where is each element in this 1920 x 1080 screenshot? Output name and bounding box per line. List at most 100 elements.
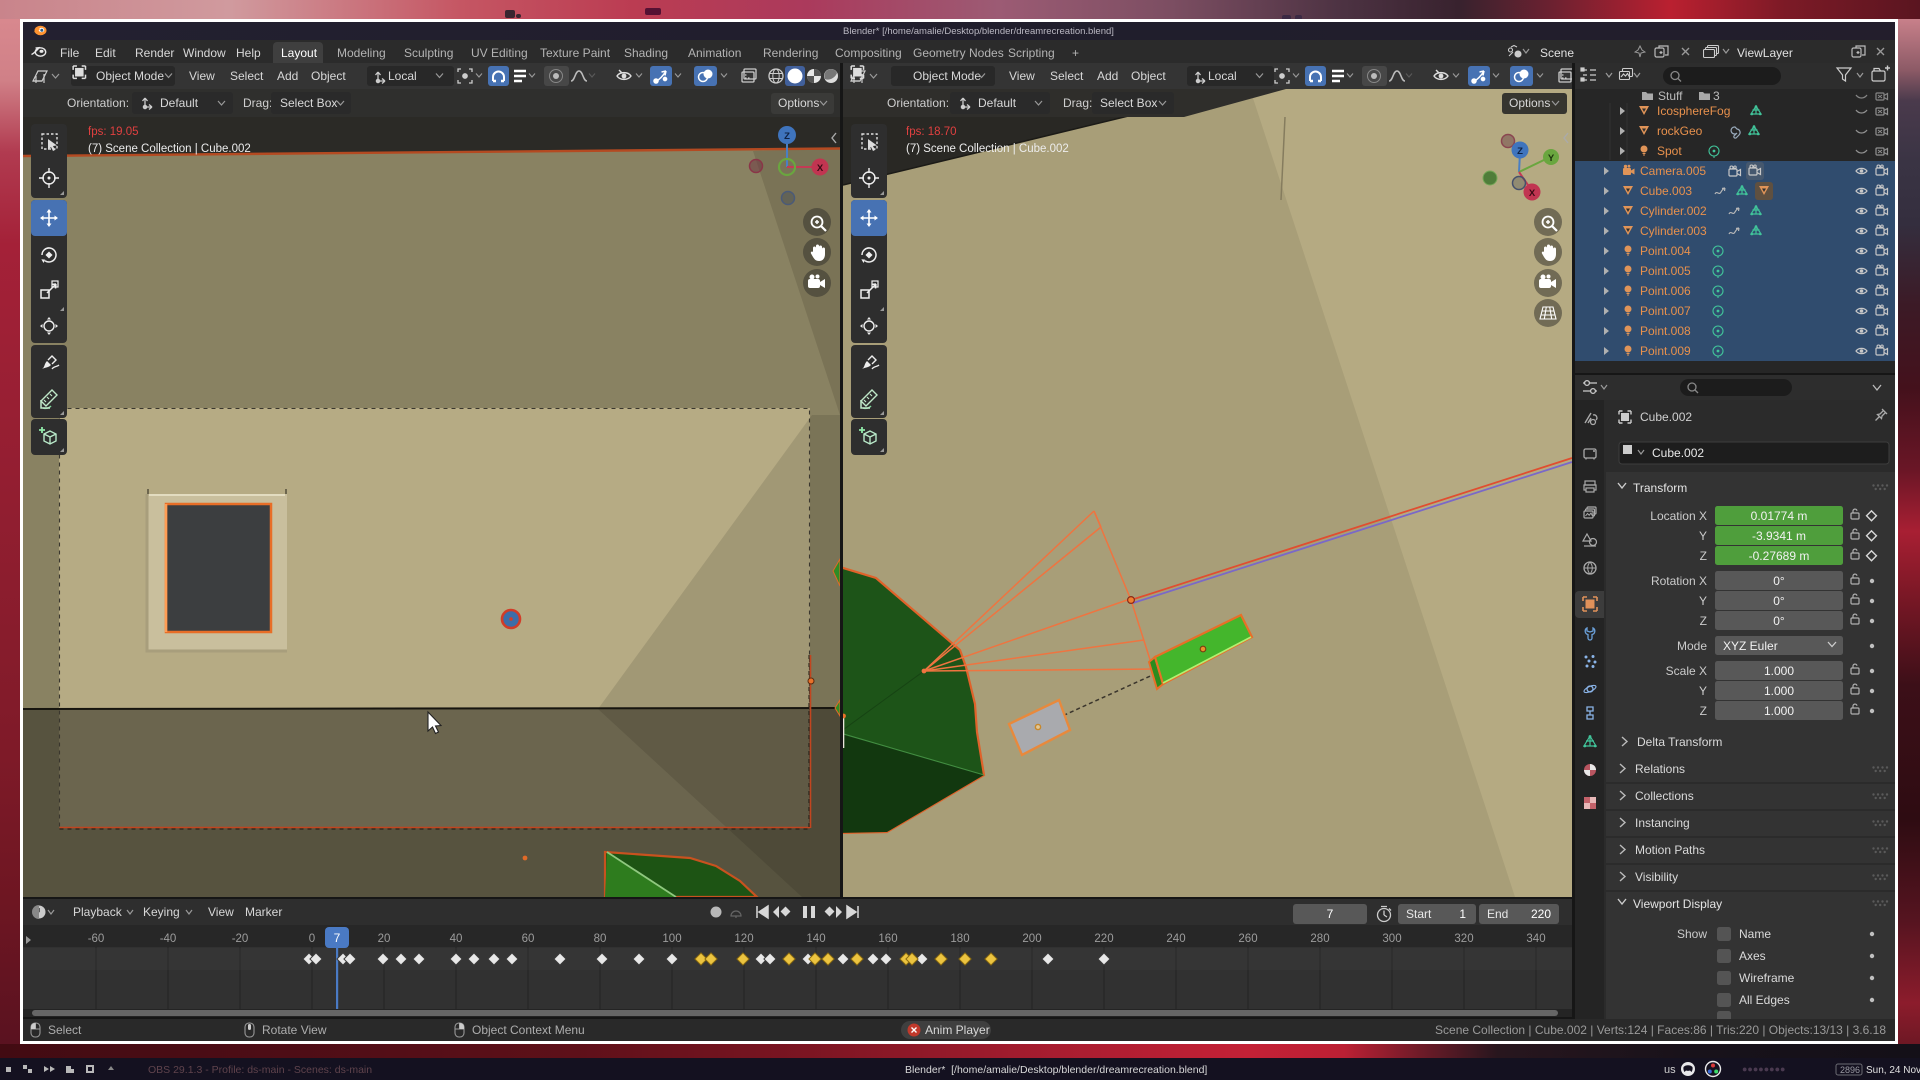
- svg-text:End: End: [1487, 907, 1508, 921]
- svg-text:Name: Name: [1739, 927, 1771, 941]
- svg-text:Y: Y: [1699, 684, 1707, 698]
- svg-text:Add: Add: [277, 69, 298, 83]
- svg-text:200: 200: [1022, 933, 1041, 945]
- svg-text:260: 260: [1238, 933, 1257, 945]
- svg-text:300: 300: [1382, 933, 1401, 945]
- svg-text:Z: Z: [1700, 614, 1707, 628]
- svg-text:Collections: Collections: [1635, 789, 1694, 803]
- svg-text:Rotation X: Rotation X: [1651, 574, 1707, 588]
- svg-text:-20: -20: [232, 933, 249, 945]
- svg-text:0°: 0°: [1773, 574, 1785, 588]
- svg-text:●●●●●●●●: ●●●●●●●●: [1742, 1064, 1786, 1074]
- svg-text:160: 160: [878, 933, 897, 945]
- svg-text:220: 220: [1094, 933, 1113, 945]
- svg-text:100: 100: [662, 933, 681, 945]
- svg-text:Show: Show: [1677, 927, 1707, 941]
- svg-text:Point.009: Point.009: [1640, 344, 1691, 358]
- svg-text:Object: Object: [311, 69, 346, 83]
- svg-text:Default: Default: [160, 96, 199, 110]
- svg-text:Stuff: Stuff: [1658, 89, 1683, 103]
- svg-text:Relations: Relations: [1635, 762, 1685, 776]
- svg-text:Local: Local: [388, 69, 417, 83]
- svg-text:rockGeo: rockGeo: [1657, 124, 1703, 138]
- svg-text:Cube.003: Cube.003: [1640, 184, 1692, 198]
- svg-text:0°: 0°: [1773, 594, 1785, 608]
- svg-text:120: 120: [734, 933, 753, 945]
- svg-text:Drag:: Drag:: [243, 96, 272, 110]
- svg-text:Location X: Location X: [1650, 509, 1707, 523]
- svg-text:Select: Select: [48, 1023, 82, 1037]
- svg-text:Z: Z: [1517, 146, 1523, 157]
- svg-text:Y: Y: [1699, 594, 1707, 608]
- svg-text:Scene Collection | Cube.002 |: Scene Collection | Cube.002 | Verts:124 …: [1435, 1023, 1886, 1037]
- svg-text:View: View: [208, 905, 234, 919]
- svg-text:Point.005: Point.005: [1640, 264, 1691, 278]
- svg-text:Y: Y: [1548, 153, 1555, 164]
- svg-text:40: 40: [450, 933, 463, 945]
- svg-text:Cylinder.002: Cylinder.002: [1640, 204, 1707, 218]
- svg-text:Keying: Keying: [143, 905, 180, 919]
- svg-text:Add: Add: [1097, 69, 1118, 83]
- svg-text:View: View: [189, 69, 215, 83]
- svg-text:220: 220: [1531, 907, 1551, 921]
- svg-text:60: 60: [522, 933, 535, 945]
- svg-text:Sun, 24 Nov 04:12 til: Sun, 24 Nov 04:12 til: [1866, 1065, 1920, 1076]
- svg-text:Camera.005: Camera.005: [1640, 164, 1706, 178]
- svg-text:Point.008: Point.008: [1640, 324, 1691, 338]
- svg-text:IcosphereFog: IcosphereFog: [1657, 104, 1730, 118]
- svg-text:240: 240: [1166, 933, 1185, 945]
- svg-text:Z: Z: [784, 131, 790, 142]
- svg-text:Object Mode: Object Mode: [913, 69, 981, 83]
- svg-text:Scale X: Scale X: [1666, 664, 1707, 678]
- svg-text:7: 7: [334, 931, 341, 945]
- svg-text:Select: Select: [1050, 69, 1084, 83]
- svg-text:Spot: Spot: [1657, 144, 1682, 158]
- svg-text:OBS 29.1.3 - Profile: ds-main: OBS 29.1.3 - Profile: ds-main - Scenes: …: [148, 1064, 372, 1076]
- svg-text:Y: Y: [1699, 529, 1707, 543]
- svg-text:Object: Object: [1131, 69, 1166, 83]
- svg-text:Select: Select: [230, 69, 264, 83]
- svg-text:Point.006: Point.006: [1640, 284, 1691, 298]
- svg-text:1.000: 1.000: [1764, 664, 1794, 678]
- svg-text:Options: Options: [778, 96, 819, 110]
- svg-text:140: 140: [806, 933, 825, 945]
- svg-text:Transform: Transform: [1633, 481, 1687, 495]
- svg-text:All Edges: All Edges: [1739, 993, 1790, 1007]
- svg-text:Options: Options: [1509, 96, 1550, 110]
- svg-text:180: 180: [950, 933, 969, 945]
- svg-text:Blender* [/home/amalie/Deskto: Blender* [/home/amalie/Desktop/blender/d…: [905, 1064, 1207, 1076]
- svg-text:XYZ Euler: XYZ Euler: [1723, 639, 1778, 653]
- svg-text:20: 20: [378, 933, 391, 945]
- svg-text:Delta Transform: Delta Transform: [1637, 735, 1722, 749]
- svg-text:Viewport Display: Viewport Display: [1633, 897, 1722, 911]
- svg-text:Select Box: Select Box: [1100, 96, 1157, 110]
- svg-text:1.000: 1.000: [1764, 684, 1794, 698]
- svg-text:Point.007: Point.007: [1640, 304, 1691, 318]
- svg-text:Mode: Mode: [1677, 639, 1707, 653]
- svg-text:-0.27689 m: -0.27689 m: [1749, 549, 1810, 563]
- svg-text:Local: Local: [1208, 69, 1237, 83]
- svg-text:Anim Player: Anim Player: [925, 1023, 990, 1037]
- svg-text:1: 1: [1459, 907, 1466, 921]
- svg-text:Cube.002: Cube.002: [1652, 446, 1704, 460]
- svg-text:3: 3: [1713, 89, 1720, 103]
- svg-text:Object Mode: Object Mode: [96, 69, 164, 83]
- svg-text:80: 80: [594, 933, 607, 945]
- svg-text:0: 0: [309, 933, 315, 945]
- svg-text:Motion Paths: Motion Paths: [1635, 843, 1705, 857]
- svg-text:0°: 0°: [1773, 614, 1785, 628]
- svg-text:1.000: 1.000: [1764, 704, 1794, 718]
- svg-text:us: us: [1664, 1064, 1676, 1076]
- svg-text:Start: Start: [1406, 907, 1432, 921]
- svg-text:-60: -60: [88, 933, 105, 945]
- svg-text:Drag:: Drag:: [1063, 96, 1092, 110]
- svg-text:Instancing: Instancing: [1635, 816, 1690, 830]
- svg-text:340: 340: [1526, 933, 1545, 945]
- svg-text:Z: Z: [1700, 549, 1707, 563]
- svg-text:Axes: Axes: [1739, 949, 1766, 963]
- svg-text:280: 280: [1310, 933, 1329, 945]
- svg-text:-40: -40: [160, 933, 177, 945]
- svg-text:Default: Default: [978, 96, 1017, 110]
- svg-text:-3.9341 m: -3.9341 m: [1752, 529, 1806, 543]
- svg-text:Wireframe: Wireframe: [1739, 971, 1795, 985]
